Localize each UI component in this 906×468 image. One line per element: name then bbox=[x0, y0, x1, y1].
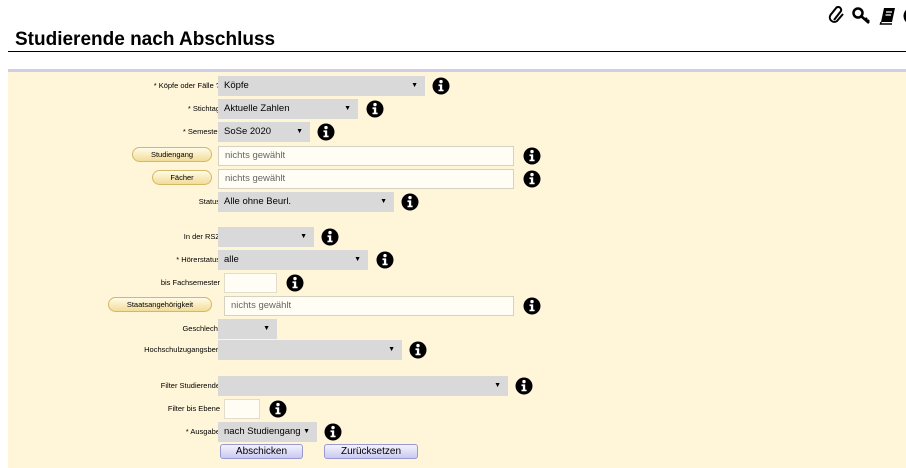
row-hzb: Hochschulzugangsber. ▼ bbox=[8, 340, 906, 360]
studiengang-field[interactable]: nichts gewählt bbox=[218, 146, 514, 166]
row-studiengang: Studiengang nichts gewählt bbox=[8, 146, 906, 166]
chevron-down-icon: ▼ bbox=[411, 82, 418, 89]
row-filter-ebene: Filter bis Ebene bbox=[8, 399, 906, 419]
chevron-down-icon: ▼ bbox=[300, 233, 307, 240]
fachsemester-input[interactable] bbox=[224, 273, 277, 293]
chevron-down-icon: ▼ bbox=[303, 428, 310, 435]
rsz-select[interactable]: ▼ bbox=[218, 227, 314, 247]
chevron-down-icon: ▼ bbox=[380, 198, 387, 205]
hzb-select[interactable]: ▼ bbox=[218, 340, 402, 360]
semester-value: SoSe 2020 bbox=[224, 126, 272, 137]
info-icon[interactable] bbox=[269, 400, 287, 418]
staatsangehoerigkeit-field[interactable]: nichts gewählt bbox=[224, 296, 514, 316]
koepfe-label: * Köpfe oder Fälle ? bbox=[153, 81, 220, 90]
key-icon[interactable] bbox=[852, 6, 872, 26]
row-faecher: Fächer nichts gewählt bbox=[8, 169, 906, 189]
paperclip-icon[interactable] bbox=[828, 6, 846, 26]
row-semester: * Semester SoSe 2020 ▼ bbox=[8, 122, 906, 142]
status-select[interactable]: Alle ohne Beurl. ▼ bbox=[218, 192, 394, 212]
filter-studierende-label: Filter Studierende bbox=[160, 381, 220, 390]
info-icon[interactable] bbox=[366, 100, 384, 118]
chevron-down-icon: ▼ bbox=[354, 256, 361, 263]
hzb-label: Hochschulzugangsber. bbox=[144, 345, 220, 354]
info-icon[interactable] bbox=[523, 297, 541, 315]
rsz-label: In der RSZ bbox=[183, 232, 220, 241]
info-icon[interactable] bbox=[432, 77, 450, 95]
chevron-down-icon: ▼ bbox=[263, 325, 270, 332]
info-icon[interactable] bbox=[286, 274, 304, 292]
fachsemester-label: bis Fachsemester bbox=[160, 278, 220, 287]
koepfe-select[interactable]: Köpfe ▼ bbox=[218, 76, 425, 96]
info-icon[interactable] bbox=[317, 123, 335, 141]
reset-button[interactable]: Zurücksetzen bbox=[324, 444, 418, 459]
filter-ebene-input[interactable] bbox=[224, 399, 260, 419]
query-form: * Köpfe oder Fälle ? Köpfe ▼ * Stichtag … bbox=[8, 69, 906, 468]
chevron-down-icon: ▼ bbox=[388, 346, 395, 353]
info-icon[interactable] bbox=[409, 341, 427, 359]
stichtag-label: * Stichtag bbox=[187, 104, 220, 113]
ausgabe-label: * Ausgabe bbox=[185, 427, 220, 436]
info-icon[interactable] bbox=[376, 251, 394, 269]
studiengang-button[interactable]: Studiengang bbox=[132, 147, 212, 162]
chevron-down-icon: ▼ bbox=[296, 128, 303, 135]
staatsangehoerigkeit-button[interactable]: Staatsangehörigkeit bbox=[108, 297, 212, 312]
row-status: Status Alle ohne Beurl. ▼ bbox=[8, 192, 906, 212]
semester-select[interactable]: SoSe 2020 ▼ bbox=[218, 122, 310, 142]
row-koepfe: * Köpfe oder Fälle ? Köpfe ▼ bbox=[8, 76, 906, 96]
submit-button[interactable]: Abschicken bbox=[220, 444, 303, 459]
row-staatsangehoerigkeit: Staatsangehörigkeit nichts gewählt bbox=[8, 296, 906, 316]
row-ausgabe: * Ausgabe nach Studiengang ▼ bbox=[8, 422, 906, 442]
info-icon[interactable] bbox=[324, 423, 342, 441]
info-icon[interactable] bbox=[401, 193, 419, 211]
geschlecht-label: Geschlecht bbox=[182, 324, 220, 333]
row-fachsemester: bis Fachsemester bbox=[8, 273, 906, 293]
chevron-down-icon: ▼ bbox=[494, 382, 501, 389]
row-stichtag: * Stichtag Aktuelle Zahlen ▼ bbox=[8, 99, 906, 119]
row-hoererstatus: * Hörerstatus alle ▼ bbox=[8, 250, 906, 270]
hoererstatus-label: * Hörerstatus bbox=[176, 255, 220, 264]
info-icon[interactable] bbox=[515, 377, 533, 395]
hoererstatus-value: alle bbox=[224, 254, 239, 265]
koepfe-value: Köpfe bbox=[224, 80, 249, 91]
hoererstatus-select[interactable]: alle ▼ bbox=[218, 250, 368, 270]
stichtag-select[interactable]: Aktuelle Zahlen ▼ bbox=[218, 99, 358, 119]
status-value: Alle ohne Beurl. bbox=[224, 196, 292, 207]
ausgabe-select[interactable]: nach Studiengang ▼ bbox=[218, 422, 317, 442]
info-icon[interactable] bbox=[523, 147, 541, 165]
faecher-field[interactable]: nichts gewählt bbox=[218, 169, 514, 189]
row-rsz: In der RSZ ▼ bbox=[8, 227, 906, 247]
page-title: Studierende nach Abschluss bbox=[15, 29, 276, 50]
info-icon[interactable] bbox=[523, 170, 541, 188]
stichtag-value: Aktuelle Zahlen bbox=[224, 103, 290, 114]
semester-label: * Semester bbox=[182, 127, 220, 136]
toolbar-icons bbox=[828, 6, 906, 28]
row-geschlecht: Geschlecht ▼ bbox=[8, 319, 906, 339]
chevron-down-icon: ▼ bbox=[344, 105, 351, 112]
faecher-button[interactable]: Fächer bbox=[152, 170, 212, 185]
info-icon[interactable] bbox=[321, 228, 339, 246]
geschlecht-select[interactable]: ▼ bbox=[218, 319, 277, 339]
ausgabe-value: nach Studiengang bbox=[224, 426, 301, 437]
filter-ebene-label: Filter bis Ebene bbox=[167, 404, 220, 413]
book-icon[interactable] bbox=[879, 6, 897, 26]
status-label: Status bbox=[198, 197, 220, 206]
title-divider bbox=[8, 51, 906, 52]
filter-studierende-select[interactable]: ▼ bbox=[218, 376, 508, 396]
row-filter-studierende: Filter Studierende ▼ bbox=[8, 376, 906, 396]
